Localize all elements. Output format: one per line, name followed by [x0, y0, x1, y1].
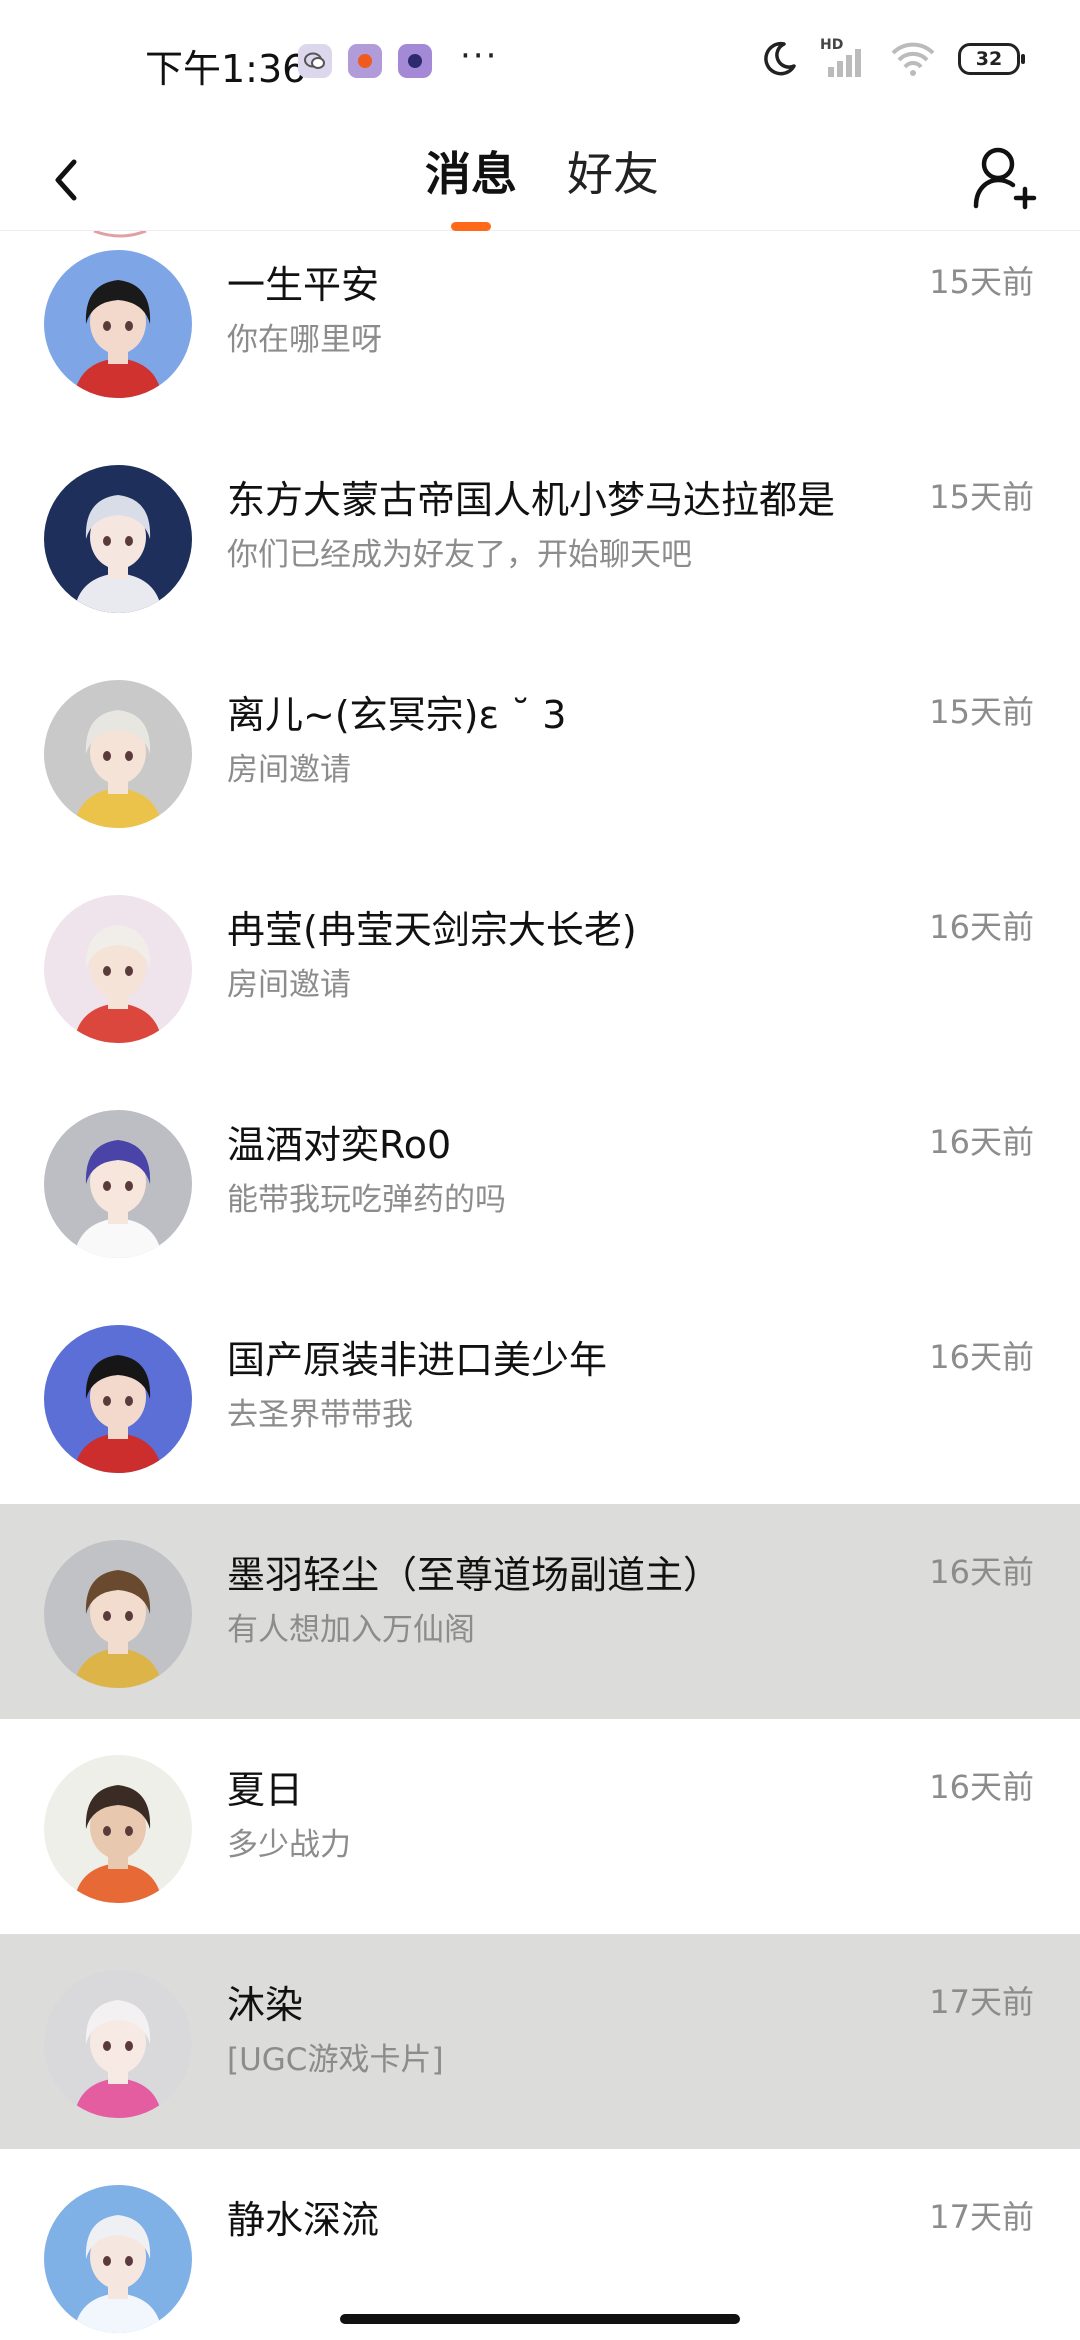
avatar[interactable]	[44, 680, 192, 828]
conversation-name: 东方大蒙古帝国人机小梦马达拉都是	[227, 478, 836, 522]
chevron-left-icon	[55, 159, 77, 201]
conversation-row[interactable]: 一生平安你在哪里呀 15天前	[0, 231, 1080, 429]
conversation-preview: 去圣界带带我	[227, 1397, 413, 1433]
conversation-name: 墨羽轻尘（至尊道场副道主）	[227, 1553, 722, 1597]
conversation-row[interactable]: 东方大蒙古帝国人机小梦马达拉都是你们已经成为好友了，开始聊天吧 15天前	[0, 429, 1080, 644]
signal-icon: HD	[820, 37, 868, 77]
conversation-row[interactable]: 墨羽轻尘（至尊道场副道主） 有人想加入万仙阁 16天前	[0, 1504, 1080, 1719]
wifi-icon	[891, 42, 935, 76]
conversation-time: 16天前	[929, 908, 1034, 946]
conversation-time: 16天前	[929, 1553, 1034, 1591]
conversation-time: 15天前	[929, 693, 1034, 731]
conversation-name: 离儿~(玄冥宗)ε ˘ 3	[227, 693, 567, 737]
more-notifications-icon: ···	[460, 36, 499, 76]
avatar[interactable]	[44, 465, 192, 613]
tab-messages[interactable]: 消息	[425, 138, 517, 204]
header: 消息 好友	[0, 130, 1080, 231]
conversation-preview: 你们已经成为好友了，开始聊天吧	[227, 537, 692, 573]
avatar[interactable]	[44, 1110, 192, 1258]
add-friend-button[interactable]	[964, 136, 1044, 220]
conversation-time: 17天前	[929, 1983, 1034, 2021]
status-time: 下午1:36	[145, 47, 307, 91]
avatar[interactable]	[44, 2185, 192, 2333]
add-user-icon	[973, 147, 1037, 210]
conversation-row[interactable]: 冉莹(冉莹天剑宗大长老) 房间邀请 16天前	[0, 859, 1080, 1074]
notification-icons	[298, 44, 432, 78]
conversation-time: 17天前	[929, 2198, 1034, 2236]
conversation-row[interactable]: 国产原装非进口美少年去圣界带带我 16天前	[0, 1289, 1080, 1504]
conversation-name: 静水深流	[227, 2198, 380, 2242]
conversation-time: 16天前	[929, 1123, 1034, 1161]
conversation-time: 15天前	[929, 263, 1034, 301]
avatar[interactable]	[44, 1540, 192, 1688]
avatar[interactable]	[44, 250, 192, 398]
battery-icon: 32	[958, 43, 1025, 75]
conversation-row[interactable]: 静水深流 17天前	[0, 2149, 1080, 2340]
conversation-preview: 多少战力	[227, 1827, 351, 1863]
conversation-name: 一生平安	[227, 263, 380, 307]
conversation-list[interactable]: 一生平安 你在哪里呀 15天前 东方大蒙古帝国人机小梦马达拉都是 你们已经成为好友了，开…	[0, 231, 1080, 2340]
conversation-preview: 你在哪里呀	[227, 322, 382, 358]
system-icons: HD 32	[760, 37, 1025, 78]
conversation-preview: 有人想加入万仙阁	[227, 1612, 475, 1648]
conversation-time: 15天前	[929, 478, 1034, 516]
app-icon-orange	[348, 44, 382, 78]
conversation-preview: 房间邀请	[227, 752, 351, 788]
battery-level: 32	[975, 48, 1003, 70]
conversation-preview: 房间邀请	[227, 967, 351, 1003]
avatar[interactable]	[44, 1755, 192, 1903]
conversation-name: 国产原装非进口美少年	[227, 1338, 608, 1382]
conversation-row[interactable]: 夏日多少战力 16天前	[0, 1719, 1080, 1934]
back-button[interactable]	[40, 140, 100, 220]
avatar[interactable]	[44, 895, 192, 1043]
conversation-name: 冉莹(冉莹天剑宗大长老)	[227, 908, 637, 952]
conversation-row[interactable]: 离儿~(玄冥宗)ε ˘ 3 房间邀请 15天前	[0, 644, 1080, 859]
status-bar: 下午1:36 ··· HD 32	[0, 0, 1080, 130]
tab-friends[interactable]: 好友	[567, 138, 659, 204]
active-tab-indicator	[451, 222, 491, 231]
conversation-name: 温酒对奕Ro0	[227, 1123, 452, 1167]
conversation-name: 夏日	[227, 1768, 304, 1812]
conversation-preview: [UGC游戏卡片]	[227, 2042, 444, 2078]
home-indicator[interactable]	[340, 2314, 740, 2324]
conversation-time: 16天前	[929, 1768, 1034, 1806]
avatar[interactable]	[44, 1970, 192, 2118]
conversation-name: 沐染	[227, 1983, 304, 2027]
conversation-time: 16天前	[929, 1338, 1034, 1376]
app-icon-purple	[398, 44, 432, 78]
moon-icon	[764, 41, 796, 76]
conversation-row[interactable]: 沐染 [UGC游戏卡片] 17天前	[0, 1934, 1080, 2149]
conversation-row[interactable]: 温酒对奕Ro0 能带我玩吃弹药的吗 16天前	[0, 1074, 1080, 1289]
avatar[interactable]	[44, 1325, 192, 1473]
wechat-icon	[298, 44, 332, 78]
conversation-preview: 能带我玩吃弹药的吗	[227, 1182, 506, 1218]
